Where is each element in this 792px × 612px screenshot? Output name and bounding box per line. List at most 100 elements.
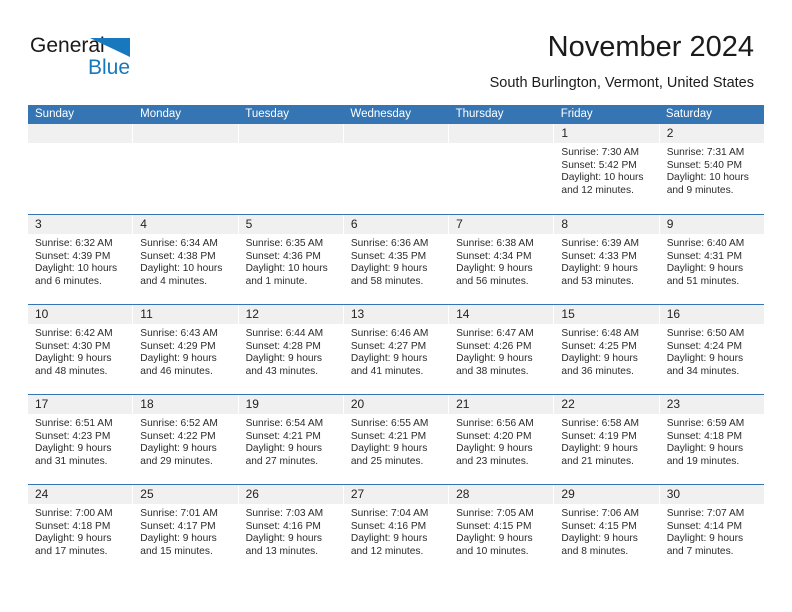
sunset-text: Sunset: 4:27 PM	[350, 340, 427, 352]
calendar-day-cell[interactable]: 18 Sunrise: 6:52 AM Sunset: 4:22 PM Dayligh…	[133, 395, 239, 484]
calendar-day-cell[interactable]: 4 Sunrise: 6:34 AM Sunset: 4:38 PM Daylight…	[133, 215, 239, 304]
sunset-text: Sunset: 4:14 PM	[666, 520, 743, 532]
daylight-text: Daylight: 9 hours	[140, 533, 217, 545]
calendar-day-cell[interactable]: 19 Sunrise: 6:54 AM Sunset: 4:21 PM Dayligh…	[238, 395, 344, 484]
daylight-text: and 34 minutes.	[666, 365, 740, 377]
calendar-day-cell[interactable]: 24 Sunrise: 7:00 AM Sunset: 4:18 PM Dayligh…	[28, 485, 134, 574]
day-detail-lines: Sunrise: 7:03 AM Sunset: 4:16 PM Daylight:…	[239, 504, 343, 558]
day-detail-lines: Sunrise: 6:40 AM Sunset: 4:31 PM Daylight:…	[660, 234, 764, 288]
calendar-day-cell-empty	[28, 124, 134, 214]
calendar-day-cell[interactable]: 7 Sunrise: 6:38 AM Sunset: 4:34 PM Daylight…	[449, 215, 555, 304]
daylight-text: and 8 minutes.	[561, 545, 629, 557]
calendar-day-cell[interactable]: 3 Sunrise: 6:32 AM Sunset: 4:39 PM Daylight…	[28, 215, 134, 304]
calendar-day-cell[interactable]: 2 Sunrise: 7:31 AM Sunset: 5:40 PM Daylight…	[659, 124, 764, 214]
day-detail-lines	[28, 143, 132, 147]
sunrise-text: Sunrise: 6:55 AM	[350, 418, 429, 429]
calendar-week-row: 10 Sunrise: 6:42 AM Sunset: 4:30 PM Dayligh…	[28, 304, 764, 394]
daylight-text: Daylight: 9 hours	[666, 353, 744, 365]
calendar-day-cell[interactable]: 10 Sunrise: 6:42 AM Sunset: 4:30 PM Dayligh…	[28, 305, 134, 394]
daylight-text: Daylight: 9 hours	[245, 443, 323, 455]
calendar-day-cell[interactable]: 30 Sunrise: 7:07 AM Sunset: 4:14 PM Dayligh…	[659, 485, 764, 574]
day-detail-lines: Sunrise: 6:39 AM Sunset: 4:33 PM Daylight:…	[554, 234, 658, 288]
day-number-band: 7	[449, 215, 554, 234]
daylight-text: Daylight: 9 hours	[140, 353, 217, 365]
day-number-band	[449, 124, 554, 143]
daylight-text: Daylight: 9 hours	[666, 443, 744, 455]
weekday-sunday: Sunday	[35, 108, 75, 120]
sunrise-text: Sunrise: 7:30 AM	[561, 147, 639, 158]
daylight-text: Daylight: 9 hours	[561, 443, 638, 455]
day-detail-lines: Sunrise: 7:04 AM Sunset: 4:16 PM Daylight:…	[344, 504, 448, 558]
calendar-day-cell[interactable]: 23 Sunrise: 6:59 AM Sunset: 4:18 PM Dayligh…	[659, 395, 764, 484]
sunrise-text: Sunrise: 6:48 AM	[561, 328, 639, 339]
calendar-day-cell[interactable]: 13 Sunrise: 6:46 AM Sunset: 4:27 PM Dayligh…	[343, 305, 450, 394]
day-number: 15	[561, 307, 575, 321]
page-header: General Blue November 2024 South Burling…	[0, 0, 792, 100]
weekday-header-row: Sunday Monday Tuesday Wednesday Thursday…	[28, 105, 764, 124]
day-detail-lines: Sunrise: 6:42 AM Sunset: 4:30 PM Daylight:…	[28, 324, 132, 378]
sunrise-text: Sunrise: 6:44 AM	[245, 328, 324, 339]
brand-logo[interactable]: General Blue	[30, 34, 150, 84]
daylight-text: and 19 minutes.	[666, 455, 740, 467]
sunrise-text: Sunrise: 6:32 AM	[35, 238, 113, 249]
day-number: 22	[561, 397, 575, 411]
sunset-text: Sunset: 4:22 PM	[140, 430, 216, 442]
calendar-day-cell[interactable]: 29 Sunrise: 7:06 AM Sunset: 4:15 PM Dayligh…	[554, 485, 660, 574]
sunset-text: Sunset: 4:36 PM	[245, 250, 321, 262]
daylight-text: and 7 minutes.	[666, 545, 734, 557]
daylight-text: Daylight: 10 hours	[666, 172, 749, 184]
day-detail-lines: Sunrise: 7:31 AM Sunset: 5:40 PM Daylight:…	[660, 143, 764, 197]
sunset-text: Sunset: 4:15 PM	[456, 520, 532, 532]
calendar-week-row: 24 Sunrise: 7:00 AM Sunset: 4:18 PM Dayligh…	[28, 484, 764, 574]
calendar-day-cell[interactable]: 14 Sunrise: 6:47 AM Sunset: 4:26 PM Dayligh…	[449, 305, 555, 394]
day-detail-lines: Sunrise: 6:55 AM Sunset: 4:21 PM Daylight:…	[344, 414, 448, 468]
day-detail-lines: Sunrise: 6:43 AM Sunset: 4:29 PM Daylight:…	[133, 324, 237, 378]
day-number: 6	[350, 217, 358, 231]
calendar-day-cell[interactable]: 12 Sunrise: 6:44 AM Sunset: 4:28 PM Dayligh…	[238, 305, 344, 394]
calendar-day-cell[interactable]: 15 Sunrise: 6:48 AM Sunset: 4:25 PM Dayligh…	[554, 305, 660, 394]
day-detail-lines: Sunrise: 7:00 AM Sunset: 4:18 PM Daylight:…	[28, 504, 132, 558]
day-number-band: 15	[554, 305, 659, 324]
calendar-day-cell[interactable]: 27 Sunrise: 7:04 AM Sunset: 4:16 PM Dayligh…	[343, 485, 450, 574]
calendar-day-cell[interactable]: 25 Sunrise: 7:01 AM Sunset: 4:17 PM Dayligh…	[133, 485, 239, 574]
sunrise-text: Sunrise: 6:39 AM	[561, 238, 639, 249]
calendar-day-cell[interactable]: 16 Sunrise: 6:50 AM Sunset: 4:24 PM Dayligh…	[659, 305, 764, 394]
sunset-text: Sunset: 4:20 PM	[456, 430, 532, 442]
day-detail-lines: Sunrise: 6:35 AM Sunset: 4:36 PM Daylight:…	[239, 234, 343, 288]
daylight-text: and 29 minutes.	[140, 455, 213, 467]
day-detail-lines: Sunrise: 6:47 AM Sunset: 4:26 PM Daylight:…	[449, 324, 553, 378]
sunset-text: Sunset: 4:35 PM	[350, 250, 427, 262]
day-number-band: 30	[659, 485, 764, 504]
calendar-day-cell[interactable]: 17 Sunrise: 6:51 AM Sunset: 4:23 PM Dayligh…	[28, 395, 134, 484]
sunset-text: Sunset: 5:42 PM	[561, 159, 637, 171]
day-number-band: 2	[659, 124, 764, 143]
day-number-band: 12	[238, 305, 343, 324]
day-number: 21	[456, 397, 470, 411]
daylight-text: Daylight: 9 hours	[35, 443, 112, 455]
day-number: 27	[350, 487, 365, 501]
sunset-text: Sunset: 4:24 PM	[666, 340, 743, 352]
calendar-day-cell-empty	[133, 124, 239, 214]
sunset-text: Sunset: 4:15 PM	[561, 520, 637, 532]
calendar-day-cell[interactable]: 21 Sunrise: 6:56 AM Sunset: 4:20 PM Dayligh…	[449, 395, 555, 484]
calendar-day-cell[interactable]: 11 Sunrise: 6:43 AM Sunset: 4:29 PM Dayligh…	[133, 305, 239, 394]
daylight-text: Daylight: 9 hours	[561, 353, 638, 365]
calendar-day-cell[interactable]: 9 Sunrise: 6:40 AM Sunset: 4:31 PM Daylight…	[659, 215, 764, 304]
sunrise-text: Sunrise: 6:35 AM	[245, 238, 324, 249]
day-number-band: 13	[343, 305, 449, 324]
sunrise-text: Sunrise: 7:00 AM	[35, 508, 113, 519]
calendar-day-cell[interactable]: 5 Sunrise: 6:35 AM Sunset: 4:36 PM Daylight…	[238, 215, 344, 304]
day-number: 17	[35, 397, 49, 411]
calendar-day-cell[interactable]: 20 Sunrise: 6:55 AM Sunset: 4:21 PM Dayligh…	[343, 395, 450, 484]
calendar-day-cell[interactable]: 1 Sunrise: 7:30 AM Sunset: 5:42 PM Daylight…	[554, 124, 660, 214]
calendar-day-cell[interactable]: 26 Sunrise: 7:03 AM Sunset: 4:16 PM Dayligh…	[238, 485, 344, 574]
calendar-day-cell-empty	[343, 124, 450, 214]
calendar-day-cell[interactable]: 28 Sunrise: 7:05 AM Sunset: 4:15 PM Dayligh…	[449, 485, 555, 574]
day-detail-lines: Sunrise: 7:06 AM Sunset: 4:15 PM Daylight:…	[554, 504, 658, 558]
day-number: 7	[456, 217, 463, 231]
calendar-day-cell[interactable]: 22 Sunrise: 6:58 AM Sunset: 4:19 PM Dayligh…	[554, 395, 660, 484]
calendar-day-cell[interactable]: 8 Sunrise: 6:39 AM Sunset: 4:33 PM Daylight…	[554, 215, 660, 304]
daylight-text: and 23 minutes.	[456, 455, 529, 467]
calendar-day-cell[interactable]: 6 Sunrise: 6:36 AM Sunset: 4:35 PM Daylight…	[343, 215, 450, 304]
daylight-text: and 31 minutes.	[35, 455, 108, 467]
